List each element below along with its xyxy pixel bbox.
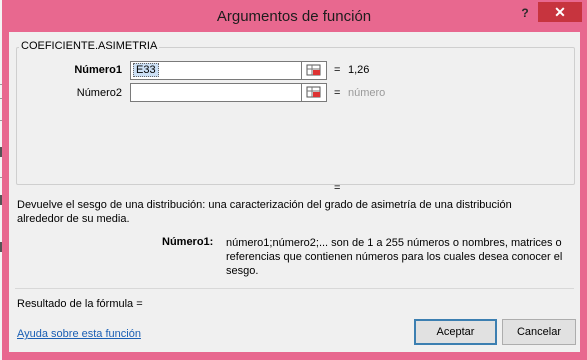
formula-result: Resultado de la fórmula = [17,298,143,310]
range-selector-icon [306,64,321,76]
arg1-input[interactable]: E33 [130,61,303,80]
arg2-result: número [348,87,386,99]
close-button[interactable]: ✕ [538,2,582,22]
range-selector-icon [306,86,321,98]
dialog-body: COEFICIENTE.ASIMETRIA Número1 E33 = 1,26… [9,32,580,352]
function-description: Devuelve el sesgo de una distribución: u… [17,199,512,225]
arg2-input[interactable] [130,83,303,102]
arg2-label: Número2 [76,87,122,99]
cancel-button[interactable]: Cancelar [502,319,576,345]
arg1-equals: = [334,64,341,76]
help-button[interactable]: ? [514,5,536,23]
arg1-label: Número1 [74,64,122,76]
arg-description-label: Número1: [162,236,214,248]
arg1-input-value: E33 [133,63,159,77]
total-equals: = [334,182,341,194]
dialog-title: Argumentos de función [216,8,372,25]
function-arguments-dialog: Argumentos de función ? ✕ COEFICIENTE.AS… [2,0,586,360]
arg1-range-button[interactable] [301,61,327,80]
arg1-result: 1,26 [348,64,370,76]
function-name: COEFICIENTE.ASIMETRIA [19,40,160,52]
title-bar[interactable]: Argumentos de función ? ✕ [2,0,586,32]
arg-description-text: número1;número2;... son de 1 a 255 númer… [226,237,563,277]
divider [15,288,574,289]
help-link[interactable]: Ayuda sobre esta función [17,328,141,340]
ok-button[interactable]: Aceptar [414,319,497,345]
arg2-equals: = [334,87,341,99]
arg2-range-button[interactable] [301,83,327,102]
